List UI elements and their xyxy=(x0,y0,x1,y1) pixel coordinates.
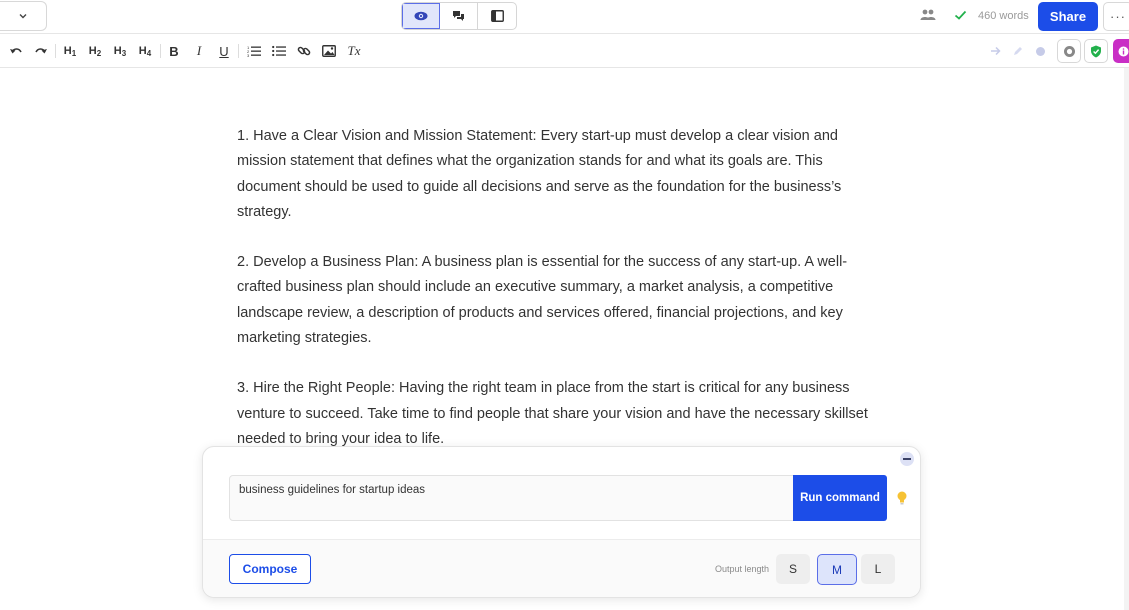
heading-letter: H xyxy=(138,45,147,57)
toolbar-divider xyxy=(160,44,161,58)
bullet-list-button[interactable] xyxy=(271,43,287,59)
eye-icon xyxy=(414,11,427,21)
scrollbar[interactable] xyxy=(1124,68,1129,610)
paragraph: 2. Develop a Business Plan: A business p… xyxy=(237,254,848,347)
minimize-panel-button[interactable] xyxy=(900,452,914,466)
ordered-list-icon: 123 xyxy=(247,45,261,57)
link-icon xyxy=(297,46,311,56)
compose-button[interactable]: Compose xyxy=(229,554,311,584)
undo-button[interactable] xyxy=(8,43,24,59)
svg-text:3: 3 xyxy=(247,53,250,57)
sidebar-panel-icon xyxy=(490,10,504,22)
italic-button[interactable]: I xyxy=(192,43,206,59)
word-count: 460 words xyxy=(978,10,1029,22)
preview-mode-button[interactable] xyxy=(402,3,440,29)
heading-4-button[interactable]: H4 xyxy=(137,43,153,59)
comments-mode-button[interactable] xyxy=(440,3,478,29)
lightbulb-icon[interactable] xyxy=(897,491,907,505)
heading-1-button[interactable]: H1 xyxy=(62,43,78,59)
paragraph: 1. Have a Clear Vision and Mission State… xyxy=(237,128,842,220)
undo-icon xyxy=(10,48,22,54)
output-length-label: Output length xyxy=(715,564,770,574)
sidebar-toggle-button[interactable] xyxy=(478,3,516,29)
heading-number: 4 xyxy=(146,48,152,58)
more-options-button[interactable]: ··· xyxy=(1103,2,1129,31)
grammarly-button[interactable] xyxy=(1057,39,1081,63)
redo-button[interactable] xyxy=(33,43,49,59)
heading-letter: H xyxy=(63,45,72,57)
toolbar-divider xyxy=(55,44,56,58)
size-small-button[interactable]: S xyxy=(776,554,810,584)
bold-button[interactable]: B xyxy=(167,43,181,59)
check-icon xyxy=(954,10,967,20)
clear-format-button[interactable]: Tx xyxy=(346,43,362,59)
minus-icon xyxy=(903,458,911,460)
share-button[interactable]: Share xyxy=(1038,2,1098,31)
document-menu-dropdown[interactable] xyxy=(0,1,47,31)
image-icon xyxy=(322,45,336,57)
redo-icon xyxy=(35,48,47,54)
link-button[interactable] xyxy=(296,43,312,59)
top-bar: 460 words Share ··· xyxy=(0,0,1129,34)
image-button[interactable] xyxy=(321,43,337,59)
grammar-check-icon xyxy=(1063,45,1075,57)
underline-button[interactable]: U xyxy=(217,43,231,59)
shield-check-icon xyxy=(1091,45,1101,57)
run-command-button[interactable]: Run command xyxy=(793,475,887,521)
shield-button[interactable] xyxy=(1084,39,1108,63)
bubble-icon xyxy=(1036,47,1045,56)
document-body[interactable]: 1. Have a Clear Vision and Mission State… xyxy=(237,124,877,477)
heading-number: 1 xyxy=(71,48,77,58)
heading-2-button[interactable]: H2 xyxy=(87,43,103,59)
heading-number: 3 xyxy=(121,48,127,58)
heading-number: 2 xyxy=(96,48,102,58)
chevron-down-icon xyxy=(19,14,27,19)
command-input[interactable]: business guidelines for startup ideas xyxy=(229,475,795,521)
bullet-list-icon xyxy=(272,45,286,57)
users-icon[interactable] xyxy=(920,9,936,21)
toolbar-divider xyxy=(238,44,239,58)
heading-letter: H xyxy=(88,45,97,57)
view-mode-group xyxy=(401,2,517,30)
size-medium-button[interactable]: M xyxy=(817,554,857,585)
ordered-list-button[interactable]: 123 xyxy=(246,43,262,59)
comments-icon xyxy=(453,11,464,21)
info-icon xyxy=(1118,46,1128,56)
assistant-tab[interactable] xyxy=(1113,39,1129,63)
ai-command-panel: business guidelines for startup ideas Ru… xyxy=(202,446,921,598)
paragraph: 3. Hire the Right People: Having the rig… xyxy=(237,380,868,447)
pencil-icon xyxy=(1014,47,1022,55)
size-large-button[interactable]: L xyxy=(861,554,895,584)
heading-3-button[interactable]: H3 xyxy=(112,43,128,59)
heading-letter: H xyxy=(113,45,122,57)
formatting-toolbar: H1 H2 H3 H4 B I U 123 Tx xyxy=(0,34,1129,68)
arrow-right-icon xyxy=(991,46,1001,56)
